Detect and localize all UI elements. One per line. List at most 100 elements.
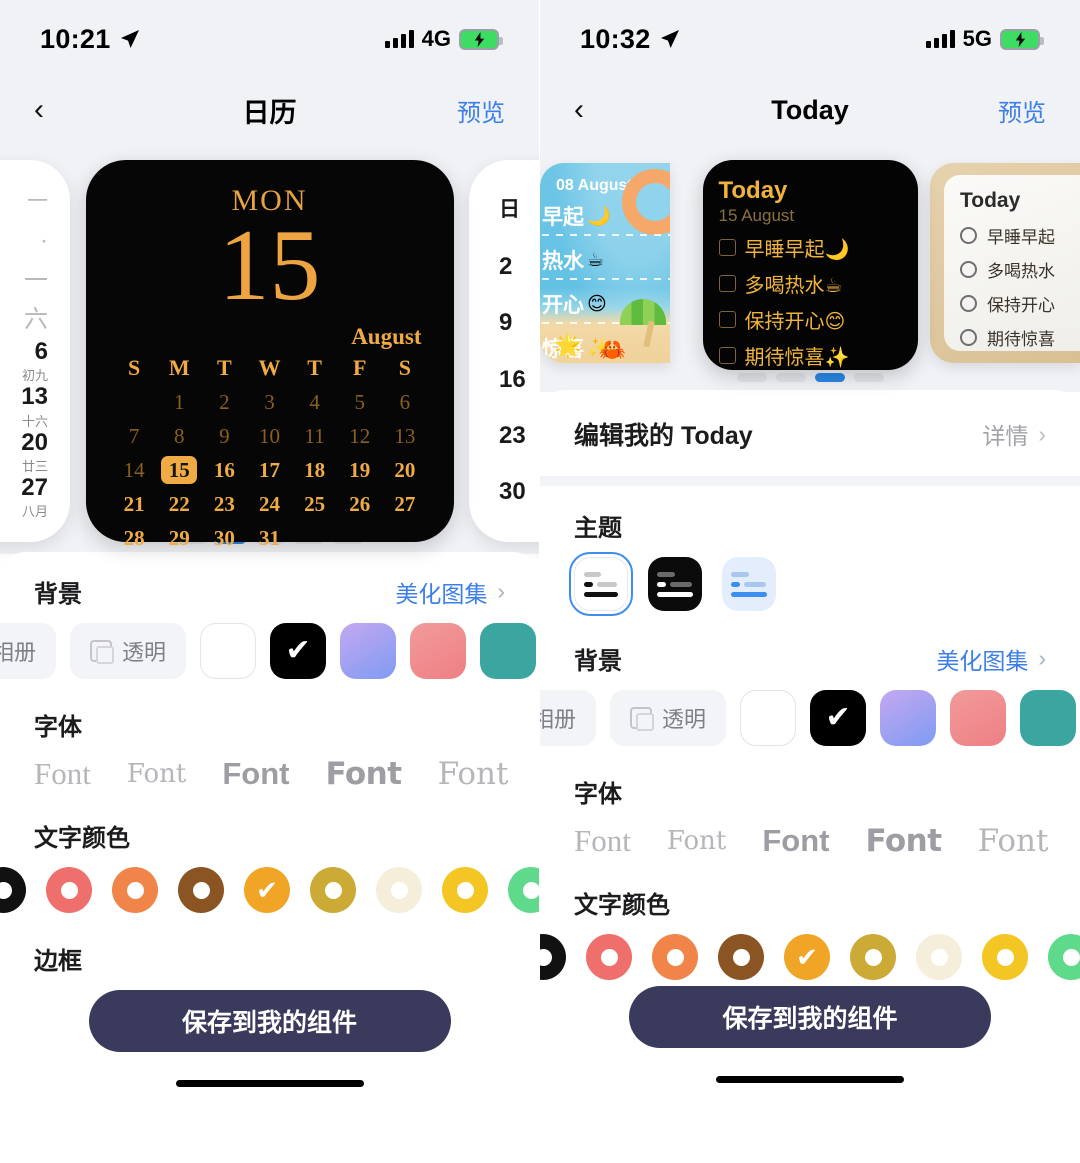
text-color-swatch[interactable] xyxy=(46,867,92,913)
font-option-1[interactable]: Font xyxy=(34,756,127,792)
beautify-gallery-link[interactable]: 美化图集 › xyxy=(936,642,1046,676)
location-arrow-icon xyxy=(660,30,679,48)
font-option-row[interactable]: Font Font Font Font Font F xyxy=(540,823,1080,859)
bg-swatch-black-selected[interactable]: ✔ xyxy=(270,623,327,679)
bg-swatch-coral[interactable] xyxy=(950,690,1007,746)
theme-option-blue[interactable] xyxy=(722,557,776,611)
carousel-page-dots[interactable] xyxy=(540,373,1080,382)
checklist-item[interactable]: 多喝热水☕ xyxy=(718,269,902,298)
text-color-swatch[interactable] xyxy=(586,934,632,980)
right-footer: 保存到我的组件 xyxy=(540,986,1080,1101)
bg-swatch-purple-blue[interactable] xyxy=(880,690,937,746)
text-color-swatch[interactable] xyxy=(0,867,26,913)
calendar-empty-cell: . xyxy=(382,524,427,552)
checkbox-icon[interactable] xyxy=(718,239,736,257)
circle-checkbox-icon[interactable] xyxy=(960,329,977,346)
checklist-item[interactable]: 早睡早起🌙 xyxy=(718,233,902,262)
font-option-2[interactable]: Font xyxy=(667,826,762,856)
font-option-4[interactable]: Font xyxy=(865,823,977,859)
chevron-left-icon[interactable]: ‹ xyxy=(574,95,608,125)
circle-checkbox-icon[interactable] xyxy=(960,295,977,312)
widget-preview-previous[interactable]: 一 · 一 六 6 初九 13 十六 20 廿三 27 八月 xyxy=(0,160,70,542)
check-icon: ✔ xyxy=(796,942,818,972)
font-option-4[interactable]: Font xyxy=(325,756,437,792)
checkbox-icon[interactable] xyxy=(718,347,736,365)
text-color-row[interactable]: ✔ xyxy=(0,867,539,913)
bg-swatch-teal[interactable] xyxy=(480,623,537,679)
text-color-row[interactable]: ✔ xyxy=(540,934,1080,980)
text-color-swatch[interactable] xyxy=(652,934,698,980)
right-widget-carousel[interactable]: 08 August 早起 🌙 热水 ☕ 开心 😊 惊喜 ✨ 🌟 🦀 Today … xyxy=(540,142,1080,392)
signal-bars-icon xyxy=(925,30,955,48)
checklist-item[interactable]: 期待惊喜✨ xyxy=(718,341,902,370)
page-dot[interactable] xyxy=(775,373,806,382)
text-color-swatch[interactable] xyxy=(916,934,962,980)
text-color-swatch[interactable] xyxy=(112,867,158,913)
theme-option-row[interactable] xyxy=(540,552,1080,616)
background-swatch-row[interactable]: 相册 透明 ✔ xyxy=(540,690,1080,746)
font-option-1[interactable]: Font xyxy=(574,823,667,859)
preview-button[interactable]: 预览 xyxy=(998,93,1046,128)
details-action[interactable]: 详情 › xyxy=(982,417,1046,451)
save-button[interactable]: 保存到我的组件 xyxy=(629,986,991,1048)
theme-option-dark[interactable] xyxy=(648,557,702,611)
status-time-group: 10:32 xyxy=(580,24,680,55)
page-dot[interactable] xyxy=(814,373,845,382)
circle-checkbox-icon[interactable] xyxy=(960,227,977,244)
checklist-item[interactable]: 保持开心😊 xyxy=(718,305,902,334)
font-option-3[interactable]: Font xyxy=(762,823,865,859)
text-color-swatch[interactable] xyxy=(442,867,488,913)
save-button[interactable]: 保存到我的组件 xyxy=(88,990,451,1052)
widget-preview-next[interactable]: 日 2 9 16 23 30 xyxy=(469,160,539,542)
bg-swatch-coral[interactable] xyxy=(410,623,467,679)
transparent-chip[interactable]: 透明 xyxy=(610,690,727,746)
text-color-swatch[interactable] xyxy=(718,934,764,980)
bg-swatch-white[interactable] xyxy=(200,623,257,679)
transparent-chip[interactable]: 透明 xyxy=(70,623,187,679)
check-icon: ✔ xyxy=(256,875,278,905)
bg-swatch-black-selected[interactable]: ✔ xyxy=(810,690,867,746)
bg-swatch-purple-blue[interactable] xyxy=(340,623,397,679)
calendar-day-cell: 27 xyxy=(394,492,416,517)
page-dot[interactable] xyxy=(853,373,884,382)
font-option-5[interactable]: Font xyxy=(978,823,1080,859)
today-widget-preview[interactable]: Today 15 August 早睡早起🌙 多喝热水☕ 保持开心😊 期待惊喜✨ xyxy=(702,160,918,370)
album-chip[interactable]: 相册 xyxy=(540,690,597,746)
font-option-5[interactable]: Font xyxy=(438,756,539,792)
beach-widget-preview[interactable]: 08 August 早起 🌙 热水 ☕ 开心 😊 惊喜 ✨ 🌟 🦀 xyxy=(540,163,670,363)
text-color-swatch-selected[interactable]: ✔ xyxy=(244,867,290,913)
calendar-widget-preview[interactable]: MON 15 August SMTWTFS.123456789101112131… xyxy=(85,160,454,550)
text-color-swatch[interactable] xyxy=(1048,934,1080,980)
wood-widget-preview[interactable]: Today 早睡早起 多喝热水 保持开心 期待惊喜 xyxy=(930,163,1080,363)
background-swatch-row[interactable]: 相册 透明 ✔ xyxy=(0,623,539,679)
checkbox-icon[interactable] xyxy=(718,311,736,329)
preview-button[interactable]: 预览 xyxy=(457,93,505,128)
left-widget-carousel[interactable]: 一 · 一 六 6 初九 13 十六 20 廿三 27 八月 MON 15 Au… xyxy=(0,142,539,554)
edit-my-today-row[interactable]: 编辑我的 Today 详情 › xyxy=(540,390,1080,476)
font-option-3[interactable]: Font xyxy=(222,756,325,792)
bg-swatch-white[interactable] xyxy=(740,690,797,746)
calendar-day-cell: 26 xyxy=(349,492,371,517)
checkbox-icon[interactable] xyxy=(718,275,736,293)
text-color-swatch[interactable] xyxy=(310,867,356,913)
section-divider xyxy=(540,476,1080,486)
text-color-swatch[interactable] xyxy=(982,934,1028,980)
bg-swatch-teal[interactable] xyxy=(1020,690,1077,746)
text-color-swatch-selected[interactable]: ✔ xyxy=(784,934,830,980)
text-color-swatch[interactable] xyxy=(508,867,539,913)
text-color-swatch[interactable] xyxy=(178,867,224,913)
font-option-2[interactable]: Font xyxy=(127,759,222,789)
circle-checkbox-icon[interactable] xyxy=(960,261,977,278)
screenshot-stage: 10:21 4G ‹ 日历 预览 一 · 一 六 6 初九 13 十六 20 廿… xyxy=(0,0,1080,1163)
chevron-left-icon[interactable]: ‹ xyxy=(34,95,68,125)
moon-emoji-icon: 🌙 xyxy=(587,206,611,227)
album-chip[interactable]: 相册 xyxy=(0,623,57,679)
page-dot[interactable] xyxy=(736,373,767,382)
text-color-swatch[interactable] xyxy=(540,934,566,980)
text-color-swatch[interactable] xyxy=(850,934,896,980)
text-color-swatch[interactable] xyxy=(376,867,422,913)
theme-option-light[interactable] xyxy=(569,552,633,616)
font-option-row[interactable]: Font Font Font Font Font F xyxy=(0,756,539,792)
edit-my-today-label: 编辑我的 Today xyxy=(574,422,753,450)
beautify-gallery-link[interactable]: 美化图集 › xyxy=(395,575,505,609)
